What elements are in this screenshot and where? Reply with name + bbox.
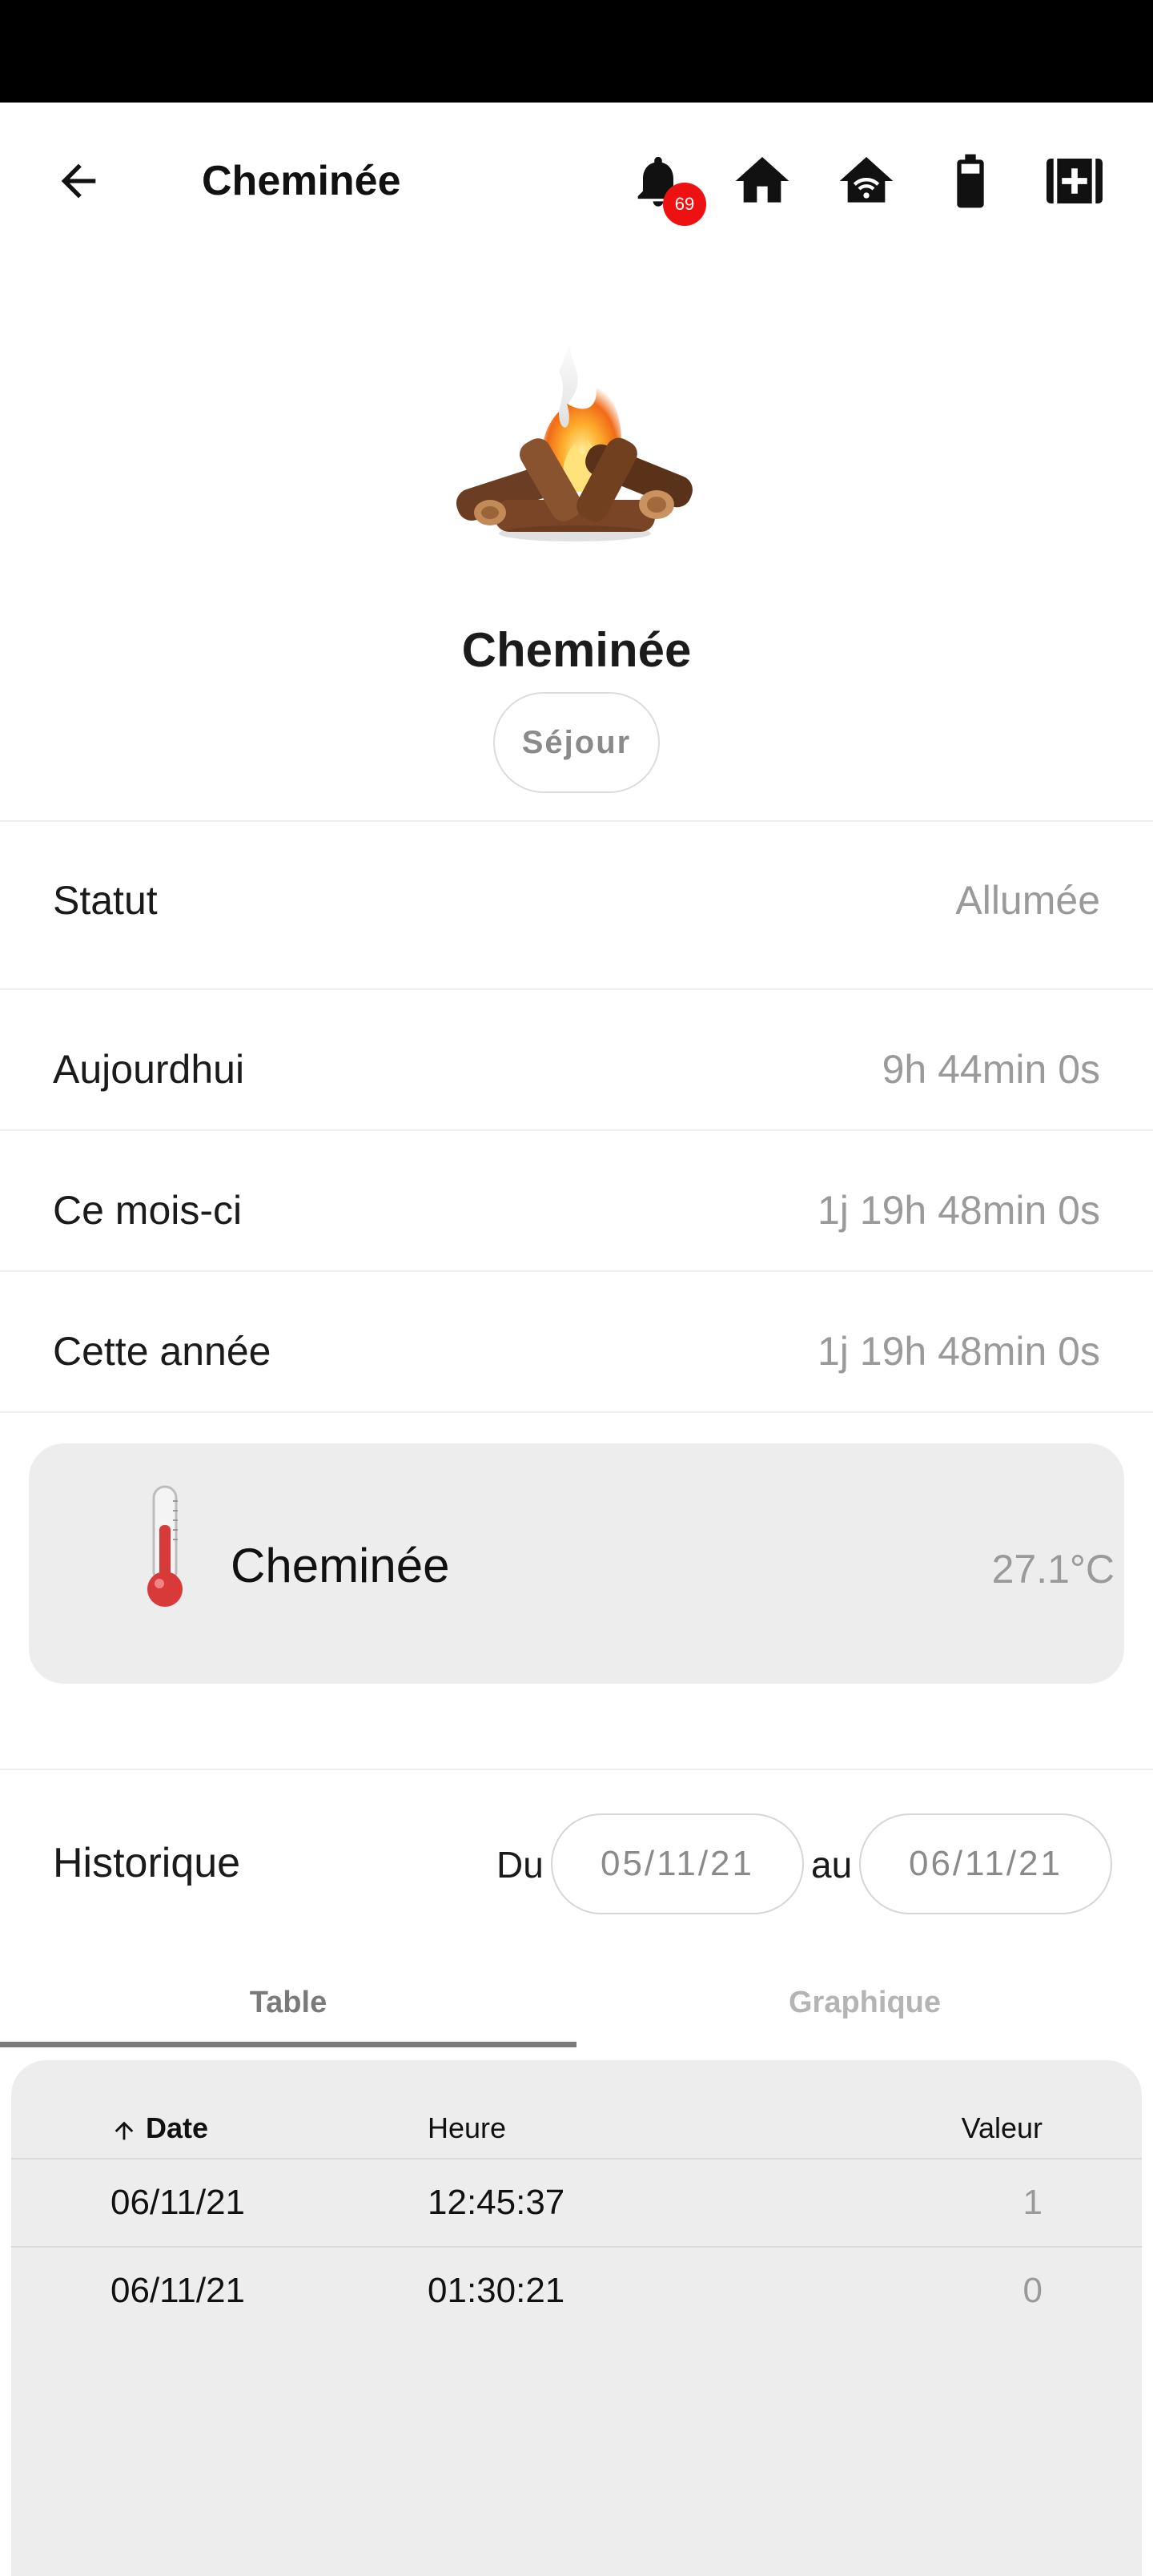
cell-date: 06/11/21 — [110, 2271, 246, 2310]
notification-badge: 69 — [663, 183, 706, 226]
room-chip[interactable]: Séjour — [493, 692, 660, 793]
to-label: au — [811, 1844, 853, 1886]
campfire-image — [439, 324, 714, 556]
home-icon — [735, 157, 789, 203]
info-row-value: Allumée — [955, 878, 1100, 923]
back-button[interactable] — [45, 147, 112, 215]
cell-date: 06/11/21 — [110, 2183, 246, 2222]
table-row: 06/11/21 01:30:21 0 — [11, 2246, 1142, 2332]
info-row-value: 1j 19h 48min 0s — [817, 1329, 1100, 1374]
info-row-label: Statut — [53, 878, 158, 923]
back-arrow-icon — [61, 163, 96, 199]
info-row-value: 1j 19h 48min 0s — [817, 1188, 1100, 1233]
tab-indicator — [0, 2042, 576, 2047]
info-row-value: 9h 44min 0s — [882, 1047, 1100, 1092]
medical-kit-icon — [1047, 159, 1103, 203]
divider — [0, 1129, 1153, 1131]
home-wifi-button[interactable] — [830, 144, 903, 218]
divider — [0, 1411, 1153, 1413]
column-header-valeur[interactable]: Valeur — [962, 2110, 1043, 2147]
sensor-value: 27.1°C — [991, 1547, 1115, 1592]
page-title: Cheminée — [202, 158, 401, 204]
cell-heure: 01:30:21 — [428, 2271, 565, 2310]
status-bar — [0, 0, 1153, 103]
cell-valeur: 1 — [1022, 2183, 1043, 2222]
home-button[interactable] — [725, 144, 799, 218]
info-row-label: Aujourdhui — [53, 1047, 245, 1092]
info-row-label: Ce mois-ci — [53, 1188, 243, 1233]
notifications-button[interactable]: 69 — [621, 144, 706, 226]
app-bar: Cheminée 69 — [0, 103, 1153, 260]
from-date-input[interactable] — [551, 1813, 804, 1914]
cell-valeur: 0 — [1022, 2271, 1043, 2310]
battery-icon — [957, 154, 984, 208]
sensor-name: Cheminée — [231, 1539, 450, 1592]
tab-table[interactable]: Table — [0, 1954, 576, 2051]
history-table: Date Heure Valeur 06/11/21 12:45:37 1 06… — [11, 2060, 1142, 2576]
column-header-date[interactable]: Date — [110, 2110, 208, 2147]
history-label: Historique — [53, 1840, 241, 1886]
column-header-heure[interactable]: Heure — [428, 2110, 506, 2147]
tab-graphique[interactable]: Graphique — [576, 1954, 1153, 2051]
sensor-card[interactable]: Cheminée 27.1°C — [29, 1443, 1124, 1684]
divider — [0, 988, 1153, 990]
device-name: Cheminée — [461, 623, 692, 677]
info-row-label: Cette année — [53, 1329, 271, 1374]
thermometer-icon — [147, 1485, 183, 1607]
to-date-input[interactable] — [859, 1813, 1112, 1914]
divider — [0, 820, 1153, 822]
table-row: 06/11/21 12:45:37 1 — [11, 2158, 1142, 2244]
divider — [0, 1769, 1153, 1770]
home-wifi-icon — [839, 157, 894, 203]
from-label: Du — [496, 1844, 544, 1886]
column-header-date-label: Date — [146, 2111, 209, 2144]
sort-arrow-up-icon — [114, 2121, 134, 2140]
medical-button[interactable] — [1038, 144, 1111, 218]
battery-button[interactable] — [934, 144, 1007, 218]
divider — [0, 1270, 1153, 1272]
cell-heure: 12:45:37 — [428, 2183, 565, 2222]
